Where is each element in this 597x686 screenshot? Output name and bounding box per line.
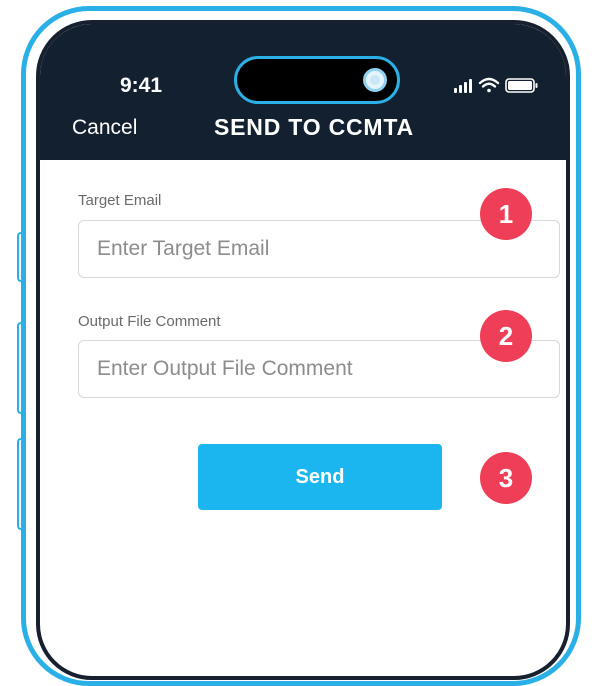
annotation-badge-3: 3 [480, 452, 532, 504]
app-header: 9:41 Cancel SEND TO CCMTA [40, 24, 566, 160]
signal-icon [454, 79, 472, 93]
annotation-badge-1: 1 [480, 188, 532, 240]
annotation-badge-2: 2 [480, 310, 532, 362]
status-icons [452, 74, 542, 96]
target-email-label: Target Email [78, 192, 162, 209]
wifi-icon [478, 77, 500, 93]
camera-icon [363, 68, 387, 92]
battery-icon [505, 78, 538, 93]
output-comment-label: Output File Comment [78, 313, 221, 330]
dynamic-island [234, 56, 400, 104]
status-time: 9:41 [120, 74, 163, 97]
cancel-button[interactable]: Cancel [72, 116, 137, 140]
send-button[interactable]: Send [198, 444, 442, 510]
phone-screen: 9:41 Cancel SEND TO CCMTA Target Email E… [36, 20, 570, 680]
page-title: SEND TO CCMTA [214, 114, 414, 140]
